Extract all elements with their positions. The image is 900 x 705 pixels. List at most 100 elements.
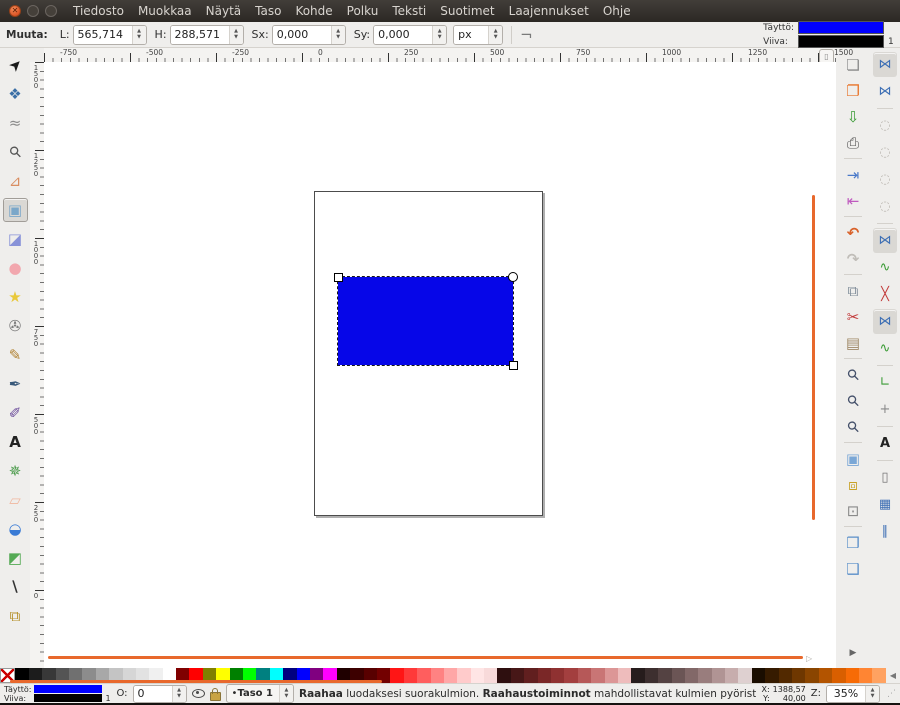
- spinner-arrows-icon[interactable]: ▲▼: [488, 26, 502, 44]
- gradient-tool[interactable]: ◩: [3, 546, 28, 570]
- eraser-tool[interactable]: ▱: [3, 488, 28, 512]
- snap-bbox-toggle[interactable]: ⋈: [873, 79, 897, 104]
- tweak-tool[interactable]: ≈: [3, 111, 28, 135]
- zoom-input[interactable]: [827, 686, 865, 702]
- open-document-button[interactable]: ❐: [840, 78, 866, 103]
- star-tool[interactable]: ★: [3, 285, 28, 309]
- close-window-button[interactable]: ✕: [9, 5, 21, 17]
- palette-swatch[interactable]: [832, 668, 845, 683]
- palette-swatch[interactable]: [846, 668, 859, 683]
- dropper-tool[interactable]: ∖: [3, 575, 28, 599]
- menu-taso[interactable]: Taso: [248, 1, 288, 21]
- layer-visibility-eye-icon[interactable]: [192, 689, 205, 698]
- export-button[interactable]: ⇤: [840, 188, 866, 213]
- palette-swatch[interactable]: [551, 668, 564, 683]
- import-button[interactable]: ⇥: [840, 162, 866, 187]
- spinner-arrows-icon[interactable]: ▲▼: [172, 686, 186, 702]
- palette-swatch[interactable]: [457, 668, 470, 683]
- resize-grip-icon[interactable]: ⋰: [887, 689, 896, 699]
- zoom-spinbox[interactable]: ▲▼: [826, 685, 880, 703]
- palette-swatch[interactable]: [444, 668, 457, 683]
- palette-swatch[interactable]: [417, 668, 430, 683]
- height-input[interactable]: [171, 26, 229, 44]
- rectangle-tool[interactable]: ▣: [3, 198, 28, 222]
- resize-handle-bottom-right[interactable]: [509, 361, 518, 370]
- paste-button[interactable]: ▤: [840, 330, 866, 355]
- new-document-button[interactable]: ❏: [840, 52, 866, 77]
- snap-bbox-centers-toggle[interactable]: ◌: [873, 194, 897, 219]
- menu-polku[interactable]: Polku: [340, 1, 386, 21]
- spinner-arrows-icon[interactable]: ▲▼: [279, 685, 293, 702]
- snap-enable-toggle[interactable]: ⋈: [873, 52, 897, 77]
- ry-input[interactable]: [374, 26, 432, 44]
- palette-swatch[interactable]: [765, 668, 778, 683]
- fill-swatch[interactable]: [798, 21, 884, 34]
- width-input[interactable]: [74, 26, 132, 44]
- palette-arrow-icon[interactable]: ◀: [886, 668, 900, 683]
- palette-swatch[interactable]: [605, 668, 618, 683]
- palette-swatch[interactable]: [752, 668, 765, 683]
- palette-swatch[interactable]: [524, 668, 537, 683]
- palette-swatch[interactable]: [792, 668, 805, 683]
- palette-swatch[interactable]: [404, 668, 417, 683]
- horizontal-scrollbar[interactable]: [48, 656, 803, 659]
- pencil-tool[interactable]: ✎: [3, 343, 28, 367]
- vertical-scrollbar[interactable]: [812, 195, 815, 520]
- palette-swatch[interactable]: [805, 668, 818, 683]
- palette-swatch[interactable]: [564, 668, 577, 683]
- palette-swatch[interactable]: [712, 668, 725, 683]
- vertical-ruler[interactable]: 1500125010007505002500-250: [30, 62, 45, 668]
- pen-tool[interactable]: ✒: [3, 372, 28, 396]
- opacity-spinbox[interactable]: ▲▼: [133, 685, 187, 703]
- text-tool[interactable]: A: [3, 430, 28, 454]
- palette-swatch[interactable]: [538, 668, 551, 683]
- menu-kohde[interactable]: Kohde: [288, 1, 339, 21]
- snap-text-baseline-toggle[interactable]: A: [873, 431, 897, 456]
- snap-cusp-nodes-toggle[interactable]: ⋈: [873, 309, 897, 334]
- palette-swatch[interactable]: [738, 668, 751, 683]
- unit-value[interactable]: [454, 26, 488, 44]
- palette-swatch[interactable]: [725, 668, 738, 683]
- zoom-tool[interactable]: ⚲: [0, 135, 32, 170]
- menu-näytä[interactable]: Näytä: [199, 1, 249, 21]
- palette-swatch[interactable]: [484, 668, 497, 683]
- undo-button[interactable]: ↶: [840, 220, 866, 245]
- palette-swatch[interactable]: [658, 668, 671, 683]
- minimize-window-button[interactable]: [27, 5, 39, 17]
- menu-tiedosto[interactable]: Tiedosto: [66, 1, 131, 21]
- snap-smooth-nodes-toggle[interactable]: ∿: [873, 336, 897, 361]
- selected-rectangle[interactable]: [338, 277, 513, 365]
- maximize-window-button[interactable]: [45, 5, 57, 17]
- paint-bucket-tool[interactable]: ◒: [3, 517, 28, 541]
- corner-radius-handle[interactable]: [508, 272, 518, 282]
- stroke-swatch[interactable]: [798, 35, 884, 48]
- spinner-arrows-icon[interactable]: ▲▼: [331, 26, 345, 44]
- save-button[interactable]: ⇩: [840, 104, 866, 129]
- spinner-arrows-icon[interactable]: ▲▼: [229, 26, 243, 44]
- canvas[interactable]: [44, 62, 836, 668]
- zoom-page-button[interactable]: ⚲: [835, 408, 871, 444]
- stroke-swatch[interactable]: [34, 694, 102, 702]
- palette-swatch[interactable]: [591, 668, 604, 683]
- clone-button[interactable]: ⧈: [840, 472, 866, 497]
- palette-swatch[interactable]: [497, 668, 510, 683]
- snap-bbox-corners-toggle[interactable]: ◌: [873, 140, 897, 165]
- box3d-tool[interactable]: ◪: [3, 227, 28, 251]
- rx-input[interactable]: [273, 26, 331, 44]
- width-spinbox[interactable]: ▲▼: [73, 25, 147, 45]
- palette-swatch[interactable]: [631, 668, 644, 683]
- snap-paths-toggle[interactable]: ∿: [873, 255, 897, 280]
- palette-swatch[interactable]: [618, 668, 631, 683]
- menu-laajennukset[interactable]: Laajennukset: [502, 1, 596, 21]
- layer-lock-icon[interactable]: [210, 692, 221, 701]
- calligraphy-tool[interactable]: ✐: [3, 401, 28, 425]
- print-button[interactable]: ⎙: [840, 130, 866, 155]
- unlink-clone-button[interactable]: ⊡: [840, 498, 866, 523]
- height-spinbox[interactable]: ▲▼: [170, 25, 244, 45]
- menu-ohje[interactable]: Ohje: [596, 1, 638, 21]
- commands-overflow-arrow[interactable]: ▶: [850, 648, 857, 658]
- snap-bbox-edge-midpoints-toggle[interactable]: ◌: [873, 167, 897, 192]
- ungroup-button[interactable]: ❑: [840, 556, 866, 581]
- sharp-corners-button[interactable]: ⌐: [520, 26, 533, 44]
- node-tool[interactable]: ❖: [3, 82, 28, 106]
